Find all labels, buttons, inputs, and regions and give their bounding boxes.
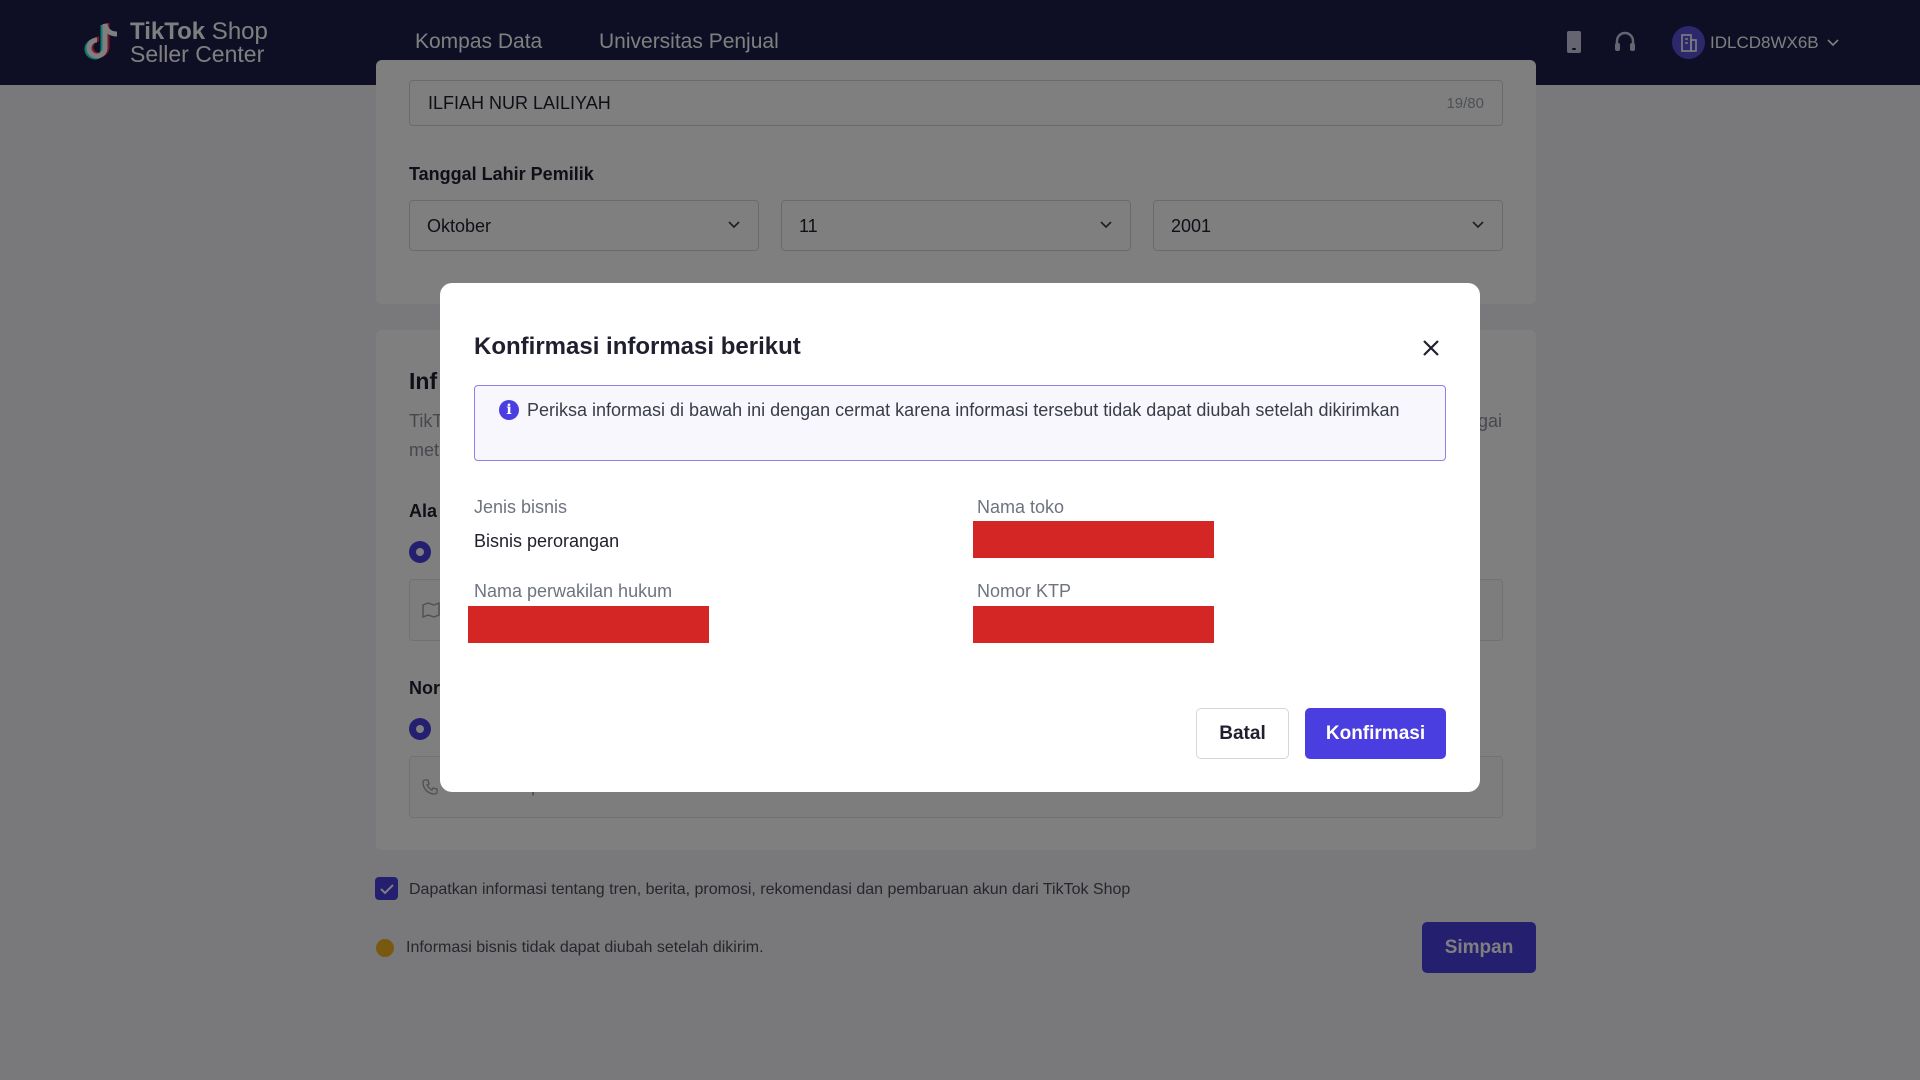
info-alert: i Periksa informasi di bawah ini dengan … (474, 385, 1446, 461)
shop-name-redacted (973, 521, 1214, 558)
confirm-button[interactable]: Konfirmasi (1305, 708, 1446, 759)
alert-text: Periksa informasi di bawah ini dengan ce… (527, 400, 1400, 420)
business-type-label: Jenis bisnis (474, 497, 568, 517)
business-type-value: Bisnis perorangan (474, 531, 620, 551)
ktp-label: Nomor KTP (977, 581, 1072, 601)
dialog-title: Konfirmasi informasi berikut (474, 333, 801, 360)
confirm-info-dialog: Konfirmasi informasi berikut i Periksa i… (440, 283, 1480, 792)
ktp-redacted (973, 606, 1214, 643)
shop-name-label: Nama toko (977, 497, 1065, 517)
close-icon[interactable] (1420, 337, 1442, 359)
cancel-button[interactable]: Batal (1196, 708, 1289, 759)
info-icon: i (499, 400, 519, 420)
legal-rep-label: Nama perwakilan hukum (474, 581, 673, 601)
legal-rep-redacted (468, 606, 709, 643)
